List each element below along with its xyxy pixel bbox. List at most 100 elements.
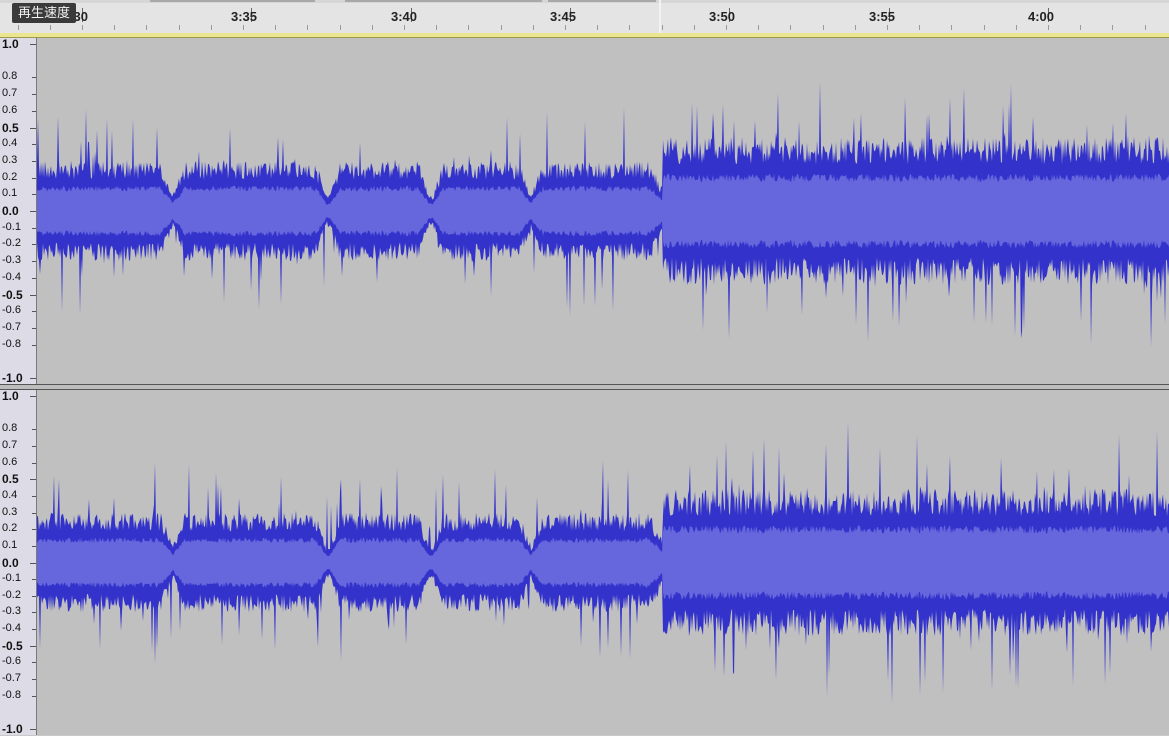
amplitude-label: 0.1 <box>2 187 18 200</box>
amplitude-tick <box>32 545 36 547</box>
amplitude-tick <box>32 160 36 162</box>
audio-track-left[interactable]: 1.0 0.8 0.7 0.6 0.5 0.4 0.3 0.2 0.1 0.0 -0.1 -0.2 -0… <box>0 37 1169 385</box>
ruler-minor-tick <box>211 25 212 30</box>
ruler-minor-tick <box>146 25 147 30</box>
amplitude-label: 0.2 <box>2 170 18 183</box>
amplitude-tick <box>32 445 36 447</box>
amplitude-tick <box>32 177 36 179</box>
ruler-minor-tick <box>501 25 502 30</box>
ruler-minor-tick <box>436 25 437 30</box>
amplitude-label: 0.2 <box>2 522 18 535</box>
amplitude-tick <box>32 579 36 581</box>
audio-track-right[interactable]: 1.0 0.8 0.7 0.6 0.5 0.4 0.3 0.2 0.1 0.0 -0.1 -0.2 -0… <box>0 389 1169 736</box>
amplitude-label: 1.0 <box>2 37 19 51</box>
amplitude-label: -0.8 <box>2 337 21 350</box>
amplitude-label: -0.4 <box>2 622 21 635</box>
amplitude-tick <box>30 294 36 296</box>
ruler-minor-tick <box>1016 25 1017 30</box>
amplitude-tick <box>32 327 36 329</box>
amplitude-tick <box>32 612 36 614</box>
amplitude-tick <box>32 344 36 346</box>
ruler-minor-tick <box>887 25 888 30</box>
amplitude-label: 0.5 <box>2 120 19 135</box>
amplitude-tick <box>32 277 36 279</box>
amplitude-label: -0.2 <box>2 588 21 601</box>
amplitude-label: 0.3 <box>2 505 18 518</box>
amplitude-label: -0.8 <box>2 688 21 701</box>
amplitude-tick <box>32 261 36 263</box>
playback-speed-tooltip: 再生速度 <box>12 3 77 23</box>
amplitude-label: -0.1 <box>2 572 21 585</box>
amplitude-tick <box>30 729 36 730</box>
amplitude-tick <box>32 194 36 196</box>
ruler-minor-tick <box>758 25 759 30</box>
ruler-minor-tick <box>468 25 469 30</box>
ruler-time-label: 3:50 <box>709 9 736 24</box>
ruler-minor-tick <box>18 25 19 30</box>
ruler-time-label: 4:00 <box>1028 9 1055 24</box>
amplitude-tick <box>32 679 36 681</box>
vertical-scale-right: 1.0 0.8 0.7 0.6 0.5 0.4 0.3 0.2 0.1 0.0 -0.1 -0.2 -0… <box>0 389 37 736</box>
amplitude-tick <box>32 595 36 597</box>
amplitude-tick <box>30 396 36 397</box>
waveform-left[interactable] <box>37 38 1169 384</box>
amplitude-label: -0.7 <box>2 320 21 333</box>
amplitude-tick <box>32 495 36 497</box>
amplitude-tick <box>32 77 36 79</box>
amplitude-tick <box>32 695 36 697</box>
amplitude-label: 0.8 <box>2 422 18 435</box>
amplitude-label: 0.1 <box>2 538 18 551</box>
amplitude-tick <box>32 144 36 146</box>
amplitude-tick <box>30 562 36 564</box>
ruler-minor-tick <box>726 25 727 30</box>
playhead-marker[interactable] <box>659 0 661 33</box>
amplitude-tick <box>32 227 36 229</box>
ruler-minor-tick <box>533 25 534 30</box>
amplitude-label: -1.0 <box>2 371 23 385</box>
amplitude-tick <box>30 479 36 481</box>
amplitude-label: 0.3 <box>2 153 18 166</box>
amplitude-label: -0.5 <box>2 638 23 653</box>
ruler-minor-tick <box>951 25 952 30</box>
ruler-minor-tick <box>790 25 791 30</box>
ruler-time-label: 3:35 <box>231 9 258 24</box>
amplitude-tick <box>32 529 36 531</box>
ruler-minor-tick <box>179 25 180 30</box>
amplitude-tick <box>32 94 36 96</box>
ruler-minor-tick <box>1080 25 1081 30</box>
ruler-minor-tick <box>1112 25 1113 30</box>
ruler-minor-tick <box>823 25 824 30</box>
amplitude-label: -0.7 <box>2 672 21 685</box>
amplitude-tick <box>32 662 36 664</box>
ruler-time-label: 3:40 <box>391 9 418 24</box>
ruler-minor-tick <box>1048 25 1049 30</box>
amplitude-label: 0.5 <box>2 472 19 487</box>
ruler-minor-tick <box>340 25 341 30</box>
amplitude-label: -0.2 <box>2 237 21 250</box>
ruler-minor-tick <box>855 25 856 30</box>
amplitude-label: 0.7 <box>2 438 18 451</box>
ruler-minor-tick <box>1145 25 1146 30</box>
amplitude-tick <box>32 311 36 313</box>
timeline-ruler[interactable]: 3:303:353:403:453:503:554:00 <box>0 0 1169 34</box>
ruler-minor-tick <box>243 25 244 30</box>
amplitude-label: -0.6 <box>2 655 21 668</box>
amplitude-label: -0.3 <box>2 254 21 267</box>
amplitude-tick <box>30 44 36 45</box>
ruler-minor-tick <box>82 25 83 30</box>
ruler-minor-tick <box>629 25 630 30</box>
toolbar-edge <box>0 0 1169 3</box>
ruler-minor-tick <box>565 25 566 30</box>
amplitude-label: 0.6 <box>2 103 18 116</box>
amplitude-label: 0.6 <box>2 455 18 468</box>
ruler-minor-tick <box>694 25 695 30</box>
ruler-minor-tick <box>984 25 985 30</box>
amplitude-label: 0.8 <box>2 70 18 83</box>
ruler-minor-tick <box>662 25 663 30</box>
ruler-minor-tick <box>50 25 51 30</box>
ruler-minor-tick <box>307 25 308 30</box>
amplitude-label: 0.4 <box>2 488 18 501</box>
amplitude-label: 0.0 <box>2 204 19 218</box>
waveform-right[interactable] <box>37 390 1169 735</box>
vertical-scale-left: 1.0 0.8 0.7 0.6 0.5 0.4 0.3 0.2 0.1 0.0 -0.1 -0.2 -0… <box>0 37 37 385</box>
